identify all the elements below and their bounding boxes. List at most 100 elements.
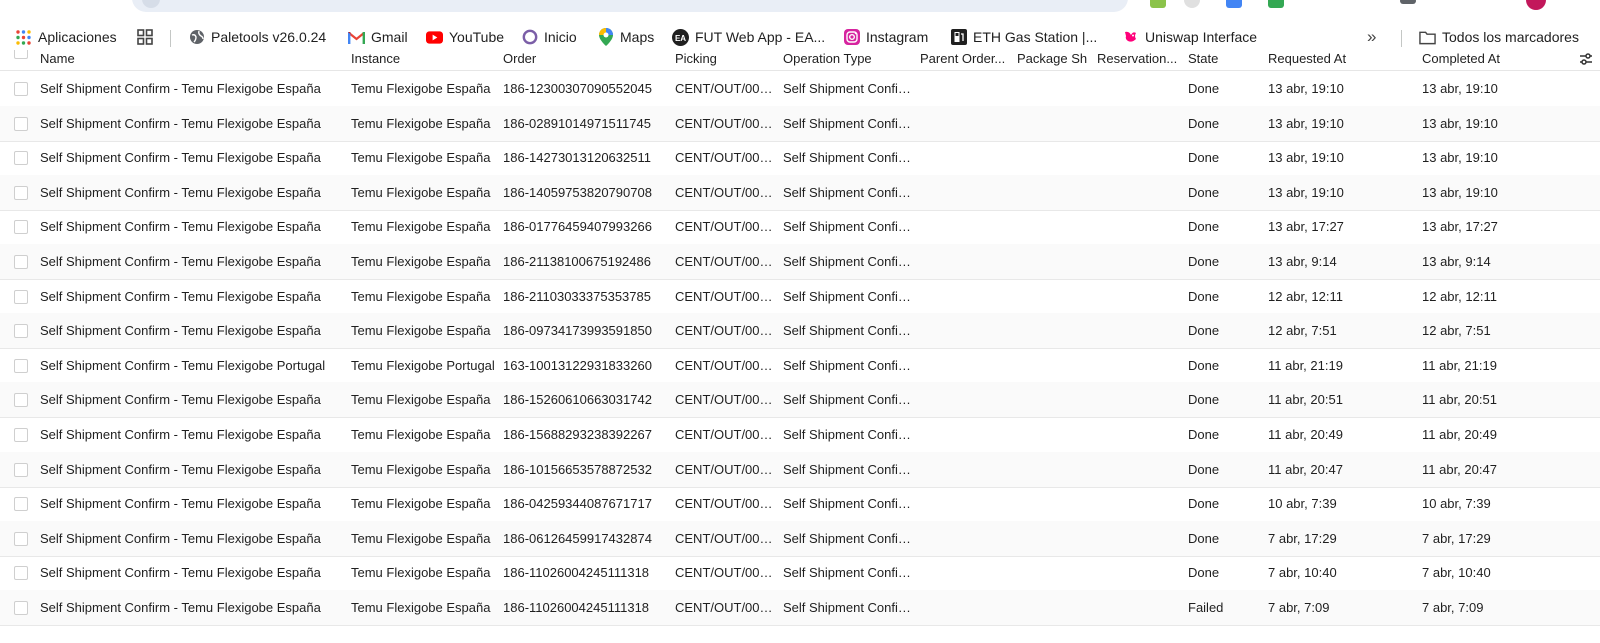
table-row[interactable]: Self Shipment Confirm - Temu Flexigobe E… (0, 382, 1600, 419)
extension-icon[interactable] (1268, 0, 1284, 8)
bookmark-all-bookmarks[interactable]: Todos los marcadores (1419, 22, 1579, 52)
bookmark-gmail[interactable]: Gmail (348, 22, 408, 52)
column-settings-icon[interactable] (1578, 51, 1594, 67)
profile-avatar[interactable] (1526, 0, 1546, 10)
tab-search-icon[interactable] (1400, 0, 1416, 4)
cell-instance: Temu Flexigobe España (351, 184, 491, 200)
column-header-state[interactable]: State (1188, 51, 1248, 67)
table-row[interactable]: Self Shipment Confirm - Temu Flexigobe P… (0, 348, 1600, 384)
column-header-instance[interactable]: Instance (351, 51, 501, 67)
column-header-reservation[interactable]: Reservation... (1097, 51, 1177, 67)
cell-name: Self Shipment Confirm - Temu Flexigobe E… (40, 254, 321, 269)
cell-order: 186-11026004245111318 (503, 600, 650, 615)
table-row[interactable]: Self Shipment Confirm - Temu Flexigobe E… (0, 105, 1600, 142)
column-header-order[interactable]: Order (503, 51, 668, 67)
table-row[interactable]: Self Shipment Confirm - Temu Flexigobe E… (0, 520, 1600, 557)
bookmark-inicio[interactable]: Inicio (521, 22, 577, 52)
bookmark-label: Todos los marcadores (1442, 29, 1579, 45)
cell-picking: CENT/OUT/004... (675, 150, 775, 166)
cell-instance: Temu Flexigobe España (351, 219, 491, 235)
address-bar[interactable] (132, 0, 1128, 12)
cell-completed-at: 12 abr, 7:51 (1422, 323, 1491, 339)
bookmarks-overflow-button[interactable]: » (1367, 22, 1376, 52)
cell-state: Done (1188, 184, 1220, 200)
table-row[interactable]: Self Shipment Confirm - Temu Flexigobe E… (0, 451, 1600, 488)
bookmarks-separator (170, 30, 171, 47)
table-row[interactable]: Self Shipment Confirm - Temu Flexigobe E… (0, 417, 1600, 453)
cell-operation-type: Self Shipment Confir... (783, 530, 911, 546)
bookmark-maps[interactable]: Maps (597, 22, 654, 52)
table-row[interactable]: Self Shipment Confirm - Temu Flexigobe E… (0, 279, 1600, 315)
browser-toolbar (0, 0, 1600, 14)
column-header-package[interactable]: Package Sh (1017, 51, 1087, 67)
cell-requested-at: 13 abr, 19:10 (1268, 184, 1344, 200)
row-checkbox[interactable] (14, 497, 28, 512)
bookmarks-separator (1401, 30, 1402, 47)
row-checkbox[interactable] (14, 255, 28, 269)
site-info-icon[interactable] (142, 0, 160, 8)
table-row[interactable]: Self Shipment Confirm - Temu Flexigobe E… (0, 244, 1600, 280)
row-checkbox[interactable] (14, 358, 28, 373)
bookmark-apps[interactable]: Aplicaciones (15, 22, 117, 52)
extension-icon[interactable] (1150, 0, 1166, 8)
table-row[interactable]: Self Shipment Confirm - Temu Flexigobe E… (0, 486, 1600, 523)
row-checkbox[interactable] (14, 393, 28, 408)
column-header-parent-order[interactable]: Parent Order... (920, 51, 1008, 67)
row-checkbox[interactable] (14, 151, 28, 166)
table-row[interactable]: Self Shipment Confirm - Temu Flexigobe E… (0, 71, 1600, 107)
row-checkbox[interactable] (14, 289, 28, 304)
cell-instance: Temu Flexigobe España (351, 81, 491, 96)
column-header-requested-at[interactable]: Requested At (1268, 51, 1408, 67)
row-checkbox[interactable] (14, 428, 28, 442)
row-checkbox[interactable] (14, 566, 28, 581)
table-row[interactable]: Self Shipment Confirm - Temu Flexigobe E… (0, 313, 1600, 350)
row-checkbox[interactable] (14, 116, 28, 131)
bookmark-instagram[interactable]: Instagram (843, 22, 928, 52)
select-all-checkbox[interactable] (14, 50, 28, 59)
column-header-operation-type[interactable]: Operation Type (783, 51, 911, 67)
column-header-name[interactable]: Name (40, 51, 335, 67)
cell-instance: Temu Flexigobe España (351, 496, 491, 512)
cell-picking: CENT/OUT/006... (675, 427, 775, 442)
bookmark-label: Instagram (866, 29, 929, 45)
row-checkbox[interactable] (14, 220, 28, 235)
cell-completed-at: 7 abr, 7:09 (1422, 600, 1484, 615)
bookmark-label: FUT Web App - EA... (695, 29, 826, 45)
cell-state: Done (1188, 254, 1220, 269)
row-checkbox[interactable] (14, 324, 28, 339)
table-row[interactable]: Self Shipment Confirm - Temu Flexigobe E… (0, 209, 1600, 246)
table-row[interactable]: Self Shipment Confirm - Temu Flexigobe E… (0, 590, 1600, 626)
row-checkbox[interactable] (14, 185, 28, 200)
column-header-completed-at[interactable]: Completed At (1422, 51, 1562, 67)
row-checkbox[interactable] (14, 462, 28, 477)
table-row[interactable]: Self Shipment Confirm - Temu Flexigobe E… (0, 555, 1600, 592)
cell-order: 186-14059753820790708 (503, 184, 652, 200)
bookmark-fut-web-app[interactable]: EA FUT Web App - EA... (672, 22, 825, 52)
row-checkbox[interactable] (14, 82, 28, 96)
inicio-icon (521, 29, 538, 46)
cell-order: 186-15688293238392267 (503, 427, 652, 442)
bookmark-paletools[interactable]: Paletools v26.0.24 (188, 22, 326, 52)
extension-icon[interactable] (1226, 0, 1242, 8)
cell-instance: Temu Flexigobe España (351, 254, 491, 269)
cell-instance: Temu Flexigobe España (351, 530, 491, 546)
table-row[interactable]: Self Shipment Confirm - Temu Flexigobe E… (0, 174, 1600, 211)
row-checkbox[interactable] (14, 531, 28, 546)
cell-requested-at: 12 abr, 7:51 (1268, 323, 1337, 339)
cell-picking: CENT/OUT/005... (675, 600, 775, 615)
cell-state: Done (1188, 496, 1220, 512)
bookmark-uniswap[interactable]: Uniswap Interface (1122, 22, 1257, 52)
bookmark-eth-gas-station[interactable]: ETH Gas Station |... (950, 22, 1097, 52)
cell-picking: CENT/OUT/006... (675, 392, 775, 408)
cell-instance: Temu Flexigobe España (351, 323, 491, 339)
tab-groups-button[interactable] (136, 22, 159, 52)
table-row[interactable]: Self Shipment Confirm - Temu Flexigobe E… (0, 140, 1600, 177)
cell-completed-at: 13 abr, 19:10 (1422, 184, 1498, 200)
cell-instance: Temu Flexigobe Portugal (351, 357, 495, 373)
cell-name: Self Shipment Confirm - Temu Flexigobe E… (40, 115, 321, 131)
bookmark-youtube[interactable]: YouTube (426, 22, 504, 52)
cell-operation-type: Self Shipment Confir... (783, 184, 911, 200)
extension-icon[interactable] (1184, 0, 1200, 8)
row-checkbox[interactable] (14, 601, 28, 615)
column-header-picking[interactable]: Picking (675, 51, 775, 67)
